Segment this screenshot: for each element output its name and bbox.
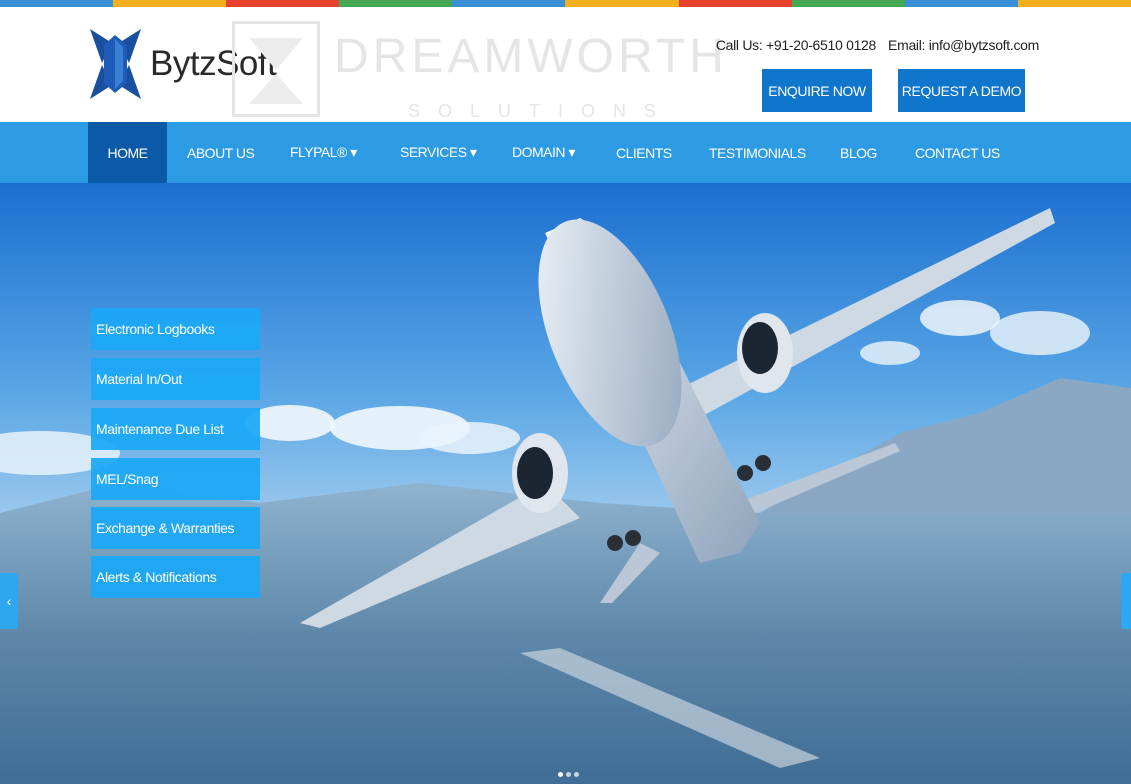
contact-phone: Call Us: +91-20-6510 0128	[715, 37, 877, 53]
slider-dot[interactable]	[574, 772, 579, 777]
slider-next-arrow[interactable]	[1121, 573, 1131, 629]
strip-segment	[452, 0, 566, 7]
strip-segment	[678, 0, 792, 7]
hero-menu-exchange-warranties[interactable]: Exchange & Warranties	[91, 507, 260, 549]
nav-item-domain[interactable]: DOMAIN ▾	[512, 122, 575, 183]
main-nav: HOME ABOUT US FLYPAL® ▾ SERVICES ▾ DOMAI…	[0, 122, 1131, 183]
contact-info: Call Us: +91-20-6510 0128 Email: info@byt…	[716, 37, 1039, 53]
strip-segment	[226, 0, 340, 7]
watermark-title: DREAMWORTH	[334, 30, 728, 83]
request-demo-button[interactable]: REQUEST A DEMO	[898, 69, 1025, 112]
enquire-now-button[interactable]: ENQUIRE NOW	[762, 69, 872, 112]
nav-item-clients[interactable]: CLIENTS	[616, 122, 672, 183]
hero-menu-maintenance-due-list[interactable]: Maintenance Due List	[91, 408, 260, 450]
hero-menu-electronic-logbooks[interactable]: Electronic Logbooks	[91, 308, 260, 350]
hero-menu-alerts-notifications[interactable]: Alerts & Notifications	[91, 556, 260, 598]
slider-dot-active[interactable]	[558, 772, 563, 777]
strip-segment	[565, 0, 679, 7]
watermark-subtitle: SOLUTIONS	[408, 101, 675, 121]
watermark-logo-icon	[232, 21, 320, 117]
nav-item-blog[interactable]: BLOG	[840, 122, 877, 183]
strip-segment	[339, 0, 453, 7]
site-header: BytzSoft® DREAMWORTH SOLUTIONS Call Us: …	[0, 7, 1131, 122]
strip-segment	[0, 0, 114, 7]
slider-dot[interactable]	[566, 772, 571, 777]
hero-menu-mel-snag[interactable]: MEL/Snag	[91, 458, 260, 500]
hero-menu-material-in-out[interactable]: Material In/Out	[91, 358, 260, 400]
watermark: DREAMWORTH SOLUTIONS	[232, 21, 732, 131]
nav-item-contact-us[interactable]: CONTACT US	[915, 122, 1000, 183]
nav-item-home[interactable]: HOME	[88, 122, 167, 183]
bytzsoft-logo-icon	[90, 29, 141, 99]
strip-segment	[904, 0, 1018, 7]
nav-item-services[interactable]: SERVICES ▾	[400, 122, 477, 183]
strip-segment	[113, 0, 227, 7]
slider-prev-arrow[interactable]: ‹	[0, 573, 18, 629]
strip-segment	[1017, 0, 1131, 7]
nav-item-testimonials[interactable]: TESTIMONIALS	[709, 122, 806, 183]
top-color-strip	[0, 0, 1131, 7]
strip-segment	[791, 0, 905, 7]
chevron-left-icon: ‹	[6, 593, 12, 609]
nav-item-about-us[interactable]: ABOUT US	[187, 122, 255, 183]
nav-item-flypal[interactable]: FLYPAL® ▾	[290, 122, 357, 183]
slider-dots	[558, 772, 579, 777]
contact-email[interactable]: Email: info@bytzsoft.com	[888, 37, 1039, 53]
